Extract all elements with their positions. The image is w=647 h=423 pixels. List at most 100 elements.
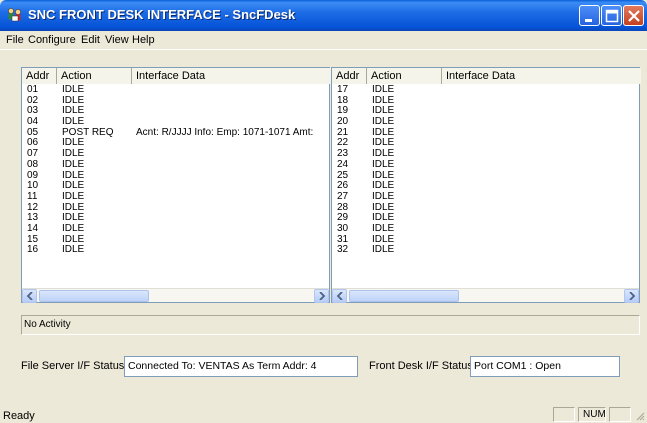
row-action: IDLE <box>62 181 85 192</box>
column-header-action[interactable]: Action <box>367 68 442 84</box>
file-server-status-field: Connected To: VENTAS As Term Addr: 4 <box>124 356 358 377</box>
list-row[interactable]: 19 IDLE <box>332 106 639 117</box>
row-addr: 04 <box>27 117 39 128</box>
row-addr: 11 <box>27 191 38 202</box>
row-action: IDLE <box>372 223 395 234</box>
list-row[interactable]: 32 IDLE <box>332 245 639 256</box>
row-addr: 14 <box>27 223 39 234</box>
menu-help[interactable]: Help <box>132 34 155 46</box>
list-row[interactable]: 20 IDLE <box>332 117 639 128</box>
row-addr: 32 <box>337 245 349 256</box>
row-addr: 12 <box>27 202 39 213</box>
scroll-right-button[interactable] <box>624 289 639 303</box>
scroll-thumb[interactable] <box>39 290 149 302</box>
row-addr: 22 <box>337 138 349 149</box>
row-action: IDLE <box>62 245 85 256</box>
list-row[interactable]: 01 IDLE <box>22 85 329 96</box>
menu-view[interactable]: View <box>105 34 129 46</box>
scroll-left-button[interactable] <box>332 289 347 303</box>
list-row[interactable]: 16 IDLE <box>22 245 329 256</box>
row-action: IDLE <box>62 234 85 245</box>
list-row[interactable]: 07 IDLE <box>22 149 329 160</box>
list-rows: 17 IDLE 18 IDLE 19 IDLE 20 IDLE 21 IDLE 22 IDLE 23 ID… <box>332 85 639 256</box>
close-button[interactable] <box>623 5 644 26</box>
list-row[interactable]: 03 IDLE <box>22 106 329 117</box>
row-addr: 16 <box>27 245 39 256</box>
file-server-status-label: File Server I/F Status: <box>21 360 128 372</box>
menu-edit[interactable]: Edit <box>81 34 100 46</box>
list-row[interactable]: 24 IDLE <box>332 160 639 171</box>
front-desk-status-field: Port COM1 : Open <box>470 356 620 377</box>
row-action: IDLE <box>62 213 85 224</box>
column-header-interface-data[interactable]: Interface Data <box>442 68 641 84</box>
terminal-list-left[interactable]: Addr Action Interface Data 01 IDLE 02 IDLE 0… <box>21 67 331 303</box>
row-addr: 30 <box>337 223 349 234</box>
list-row[interactable]: 08 IDLE <box>22 160 329 171</box>
list-row[interactable]: 29 IDLE <box>332 213 639 224</box>
window-title: SNC FRONT DESK INTERFACE - SncFDesk <box>28 7 296 22</box>
list-row[interactable]: 30 IDLE <box>332 224 639 235</box>
list-row[interactable]: 25 IDLE <box>332 171 639 182</box>
list-row[interactable]: 26 IDLE <box>332 181 639 192</box>
list-row[interactable]: 17 IDLE <box>332 85 639 96</box>
row-addr: 10 <box>27 181 39 192</box>
arrow-left-icon <box>26 292 33 300</box>
horizontal-scrollbar[interactable] <box>22 288 329 303</box>
menu-file[interactable]: File <box>6 34 24 46</box>
list-row[interactable]: 02 IDLE <box>22 96 329 107</box>
row-action: IDLE <box>372 181 395 192</box>
front-desk-status-label: Front Desk I/F Status: <box>369 360 476 372</box>
column-header-addr[interactable]: Addr <box>22 68 57 84</box>
minimize-button[interactable] <box>579 5 600 26</box>
row-addr: 05 <box>27 127 39 138</box>
row-addr: 02 <box>27 95 39 106</box>
title-bar[interactable]: SNC FRONT DESK INTERFACE - SncFDesk <box>0 0 647 31</box>
people-group-icon[interactable] <box>6 7 24 23</box>
list-row[interactable]: 21 IDLE <box>332 128 639 139</box>
list-row[interactable]: 11 IDLE <box>22 192 329 203</box>
row-addr: 18 <box>337 95 349 106</box>
status-ready-text: Ready <box>3 410 35 422</box>
list-row[interactable]: 18 IDLE <box>332 96 639 107</box>
list-row[interactable]: 14 IDLE <box>22 224 329 235</box>
list-row[interactable]: 04 IDLE <box>22 117 329 128</box>
row-action: IDLE <box>62 223 85 234</box>
list-row[interactable]: 22 IDLE <box>332 138 639 149</box>
list-row[interactable]: 06 IDLE <box>22 138 329 149</box>
row-addr: 31 <box>337 234 349 245</box>
horizontal-scrollbar[interactable] <box>332 288 639 303</box>
list-row[interactable]: 05 POST REQ Acnt: R/JJJJ Info: Emp: 1071-1… <box>22 128 329 139</box>
row-action: IDLE <box>372 85 395 95</box>
row-action: IDLE <box>372 202 395 213</box>
row-action: IDLE <box>372 159 395 170</box>
scroll-right-button[interactable] <box>314 289 329 303</box>
list-row[interactable]: 27 IDLE <box>332 192 639 203</box>
column-header-addr[interactable]: Addr <box>332 68 367 84</box>
list-row[interactable]: 09 IDLE <box>22 171 329 182</box>
row-action: IDLE <box>372 245 395 256</box>
list-row[interactable]: 12 IDLE <box>22 203 329 214</box>
menu-configure[interactable]: Configure <box>28 34 76 46</box>
row-action: IDLE <box>62 138 85 149</box>
resize-grip-icon[interactable] <box>635 411 645 421</box>
column-header-interface-data[interactable]: Interface Data <box>132 68 331 84</box>
maximize-button[interactable] <box>601 5 622 26</box>
list-row[interactable]: 15 IDLE <box>22 235 329 246</box>
column-header-action[interactable]: Action <box>57 68 132 84</box>
list-row[interactable]: 13 IDLE <box>22 213 329 224</box>
row-addr: 08 <box>27 159 39 170</box>
list-row[interactable]: 28 IDLE <box>332 203 639 214</box>
terminal-list-right[interactable]: Addr Action Interface Data 17 IDLE 18 IDLE 1… <box>331 67 641 303</box>
status-pane-num: NUM <box>578 407 606 422</box>
list-rows: 01 IDLE 02 IDLE 03 IDLE 04 IDLE 05 POST REQ Acnt: … <box>22 85 329 256</box>
status-pane-scroll <box>609 407 631 422</box>
list-row[interactable]: 10 IDLE <box>22 181 329 192</box>
activity-status: No Activity <box>21 315 640 335</box>
scroll-left-button[interactable] <box>22 289 37 303</box>
list-row[interactable]: 31 IDLE <box>332 235 639 246</box>
row-addr: 01 <box>27 85 39 95</box>
row-addr: 19 <box>337 106 349 117</box>
scroll-thumb[interactable] <box>349 290 459 302</box>
list-row[interactable]: 23 IDLE <box>332 149 639 160</box>
status-bar: Ready NUM <box>0 405 647 423</box>
